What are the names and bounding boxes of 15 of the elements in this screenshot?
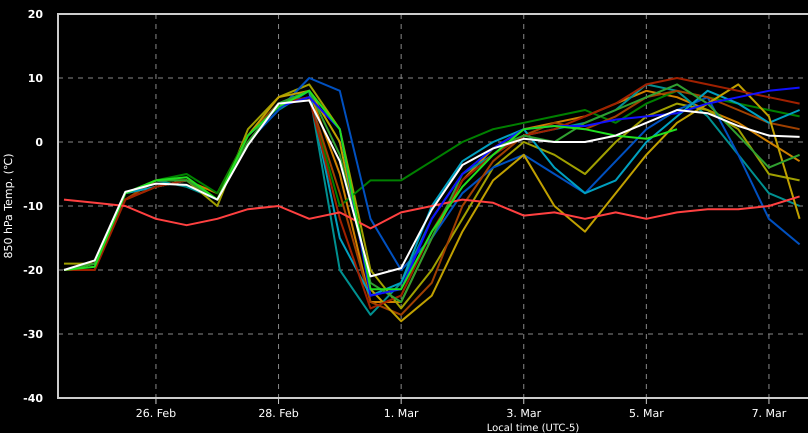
y-tick-label: -20 [23, 264, 43, 277]
x-tick-label: 28. Feb [258, 407, 299, 420]
y-tick-label: -10 [23, 200, 43, 213]
y-tick-label: 20 [28, 8, 43, 21]
x-axis-title: Local time (UTC-5) [486, 423, 580, 433]
x-tick-label: 7. Mar [752, 407, 786, 420]
x-tick-label: 1. Mar [384, 407, 419, 420]
y-tick-label: 10 [28, 72, 43, 85]
y-tick-label: -30 [23, 328, 43, 341]
x-tick-label: 26. Feb [136, 407, 176, 420]
x-tick-label: 3. Mar [506, 407, 542, 420]
y-axis-title: 850 hPa Temp. (℃) [2, 153, 15, 259]
x-tick-label: 5. Mar [628, 407, 664, 420]
y-tick-label: -40 [23, 392, 43, 405]
y-tick-label: 0 [35, 136, 43, 149]
